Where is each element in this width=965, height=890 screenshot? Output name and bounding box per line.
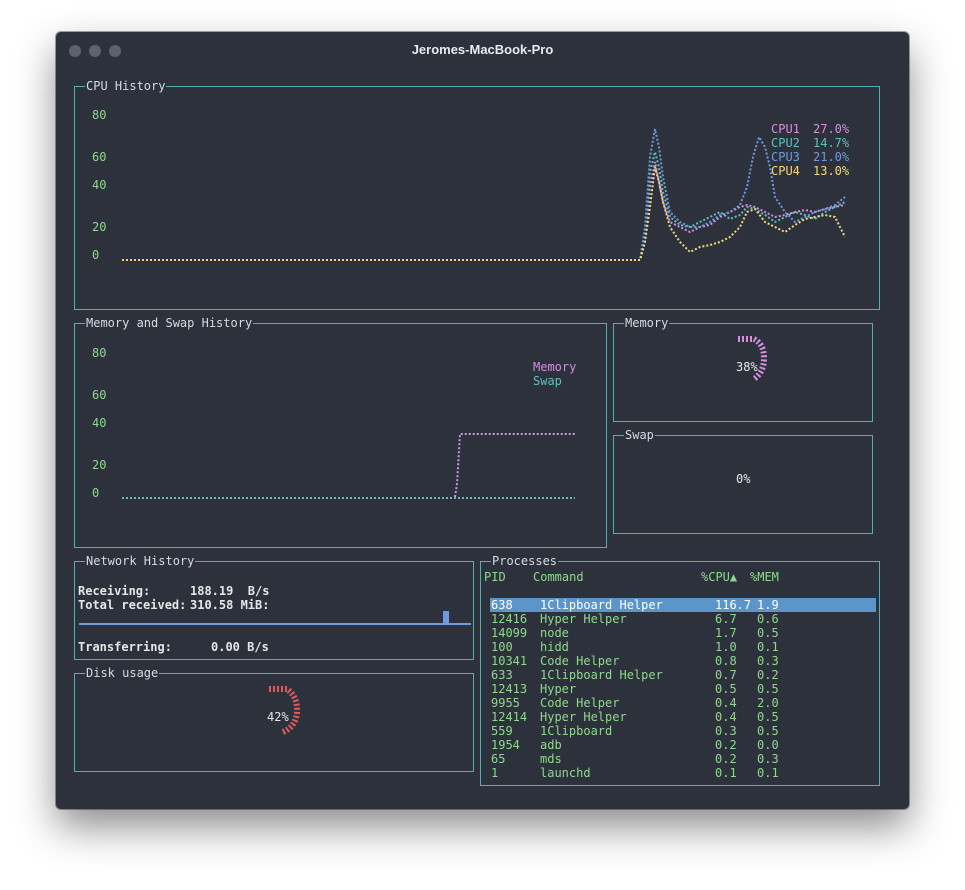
table-row[interactable]: 10341 Code Helper 0.8 0.3	[490, 654, 890, 668]
swap-gauge-title: Swap	[624, 428, 655, 442]
table-row[interactable]: 638 1Clipboard Helper 116.7 1.9	[490, 598, 876, 612]
memory-history-chart	[122, 433, 575, 499]
cpu1-line	[122, 161, 846, 261]
swap-legend-label: Swap	[533, 374, 562, 388]
cpu-history-panel: CPU History 80 60 40 20 0 CPU1 27.0% CPU…	[74, 79, 880, 310]
cpu2-legend-value: 14.7%	[813, 136, 850, 150]
cpu3-legend-value: 21.0%	[813, 150, 850, 164]
cpu4-legend-label: CPU4	[771, 164, 800, 178]
cpu3-line	[122, 128, 846, 261]
cpu4-line	[122, 166, 846, 261]
transferring-value: 0.00 B/s	[211, 640, 269, 654]
window-title: Jeromes-MacBook-Pro	[411, 42, 554, 57]
table-row[interactable]: 1954 adb 0.2 0.0	[490, 738, 890, 752]
cpu1-legend-label: CPU1	[771, 122, 800, 136]
cpu4-legend-value: 13.0%	[813, 164, 850, 178]
table-row[interactable]: 12413 Hyper 0.5 0.5	[490, 682, 890, 696]
table-row[interactable]: 9955 Code Helper 0.4 2.0	[490, 696, 890, 710]
title-bar[interactable]: Jeromes-MacBook-Pro	[56, 32, 909, 68]
cpu3-legend-label: CPU3	[771, 150, 800, 164]
memory-gauge-value: 38%	[736, 360, 758, 374]
table-row[interactable]: 1 launchd 0.1 0.1	[490, 766, 890, 780]
cpu-header[interactable]: %CPU▲	[701, 570, 737, 584]
network-history-panel: Network History Receiving: 188.19 B/s To…	[74, 554, 474, 660]
table-row[interactable]: 12416 Hyper Helper 6.7 0.6	[490, 612, 890, 626]
memory-gauge-panel: Memory 38%	[613, 316, 873, 422]
processes-title: Processes	[491, 554, 559, 568]
swap-gauge-value: 0%	[736, 472, 751, 486]
table-row[interactable]: 65 mds 0.2 0.3	[490, 752, 890, 766]
terminal-window: Jeromes-MacBook-Pro CPU History 80 60 40…	[56, 32, 909, 809]
memory-legend-label: Memory	[533, 360, 577, 374]
cpu2-line	[122, 148, 846, 261]
cpu1-legend-value: 27.0%	[813, 122, 850, 136]
processes-panel: Processes PID Command %CPU▲ %MEM 638 1Cli…	[480, 554, 881, 786]
memory-line	[454, 433, 575, 498]
disk-usage-panel: Disk usage 42%	[74, 666, 474, 772]
command-header[interactable]: Command	[533, 570, 584, 584]
transferring-label: Transferring:	[78, 640, 172, 654]
pid-header[interactable]: PID	[484, 570, 506, 584]
mem-header[interactable]: %MEM	[750, 570, 779, 584]
table-row[interactable]: 559 1Clipboard 0.3 0.5	[490, 724, 890, 738]
table-row[interactable]: 633 1Clipboard Helper 0.7 0.2	[490, 668, 890, 682]
memory-history-panel: Memory and Swap History 80 60 40 20 0 Me…	[74, 316, 607, 548]
network-spike	[443, 611, 449, 624]
swap-gauge-panel: Swap 0%	[613, 428, 873, 534]
process-table-header: PID Command %CPU▲ %MEM	[481, 570, 881, 584]
table-row[interactable]: 14099 node 1.7 0.5	[490, 626, 890, 640]
table-row[interactable]: 100 hidd 1.0 0.1	[490, 640, 890, 654]
cpu2-legend-label: CPU2	[771, 136, 800, 150]
table-row[interactable]: 12414 Hyper Helper 0.4 0.5	[490, 710, 890, 724]
disk-usage-value: 42%	[267, 710, 289, 724]
cpu-history-chart	[122, 128, 846, 261]
